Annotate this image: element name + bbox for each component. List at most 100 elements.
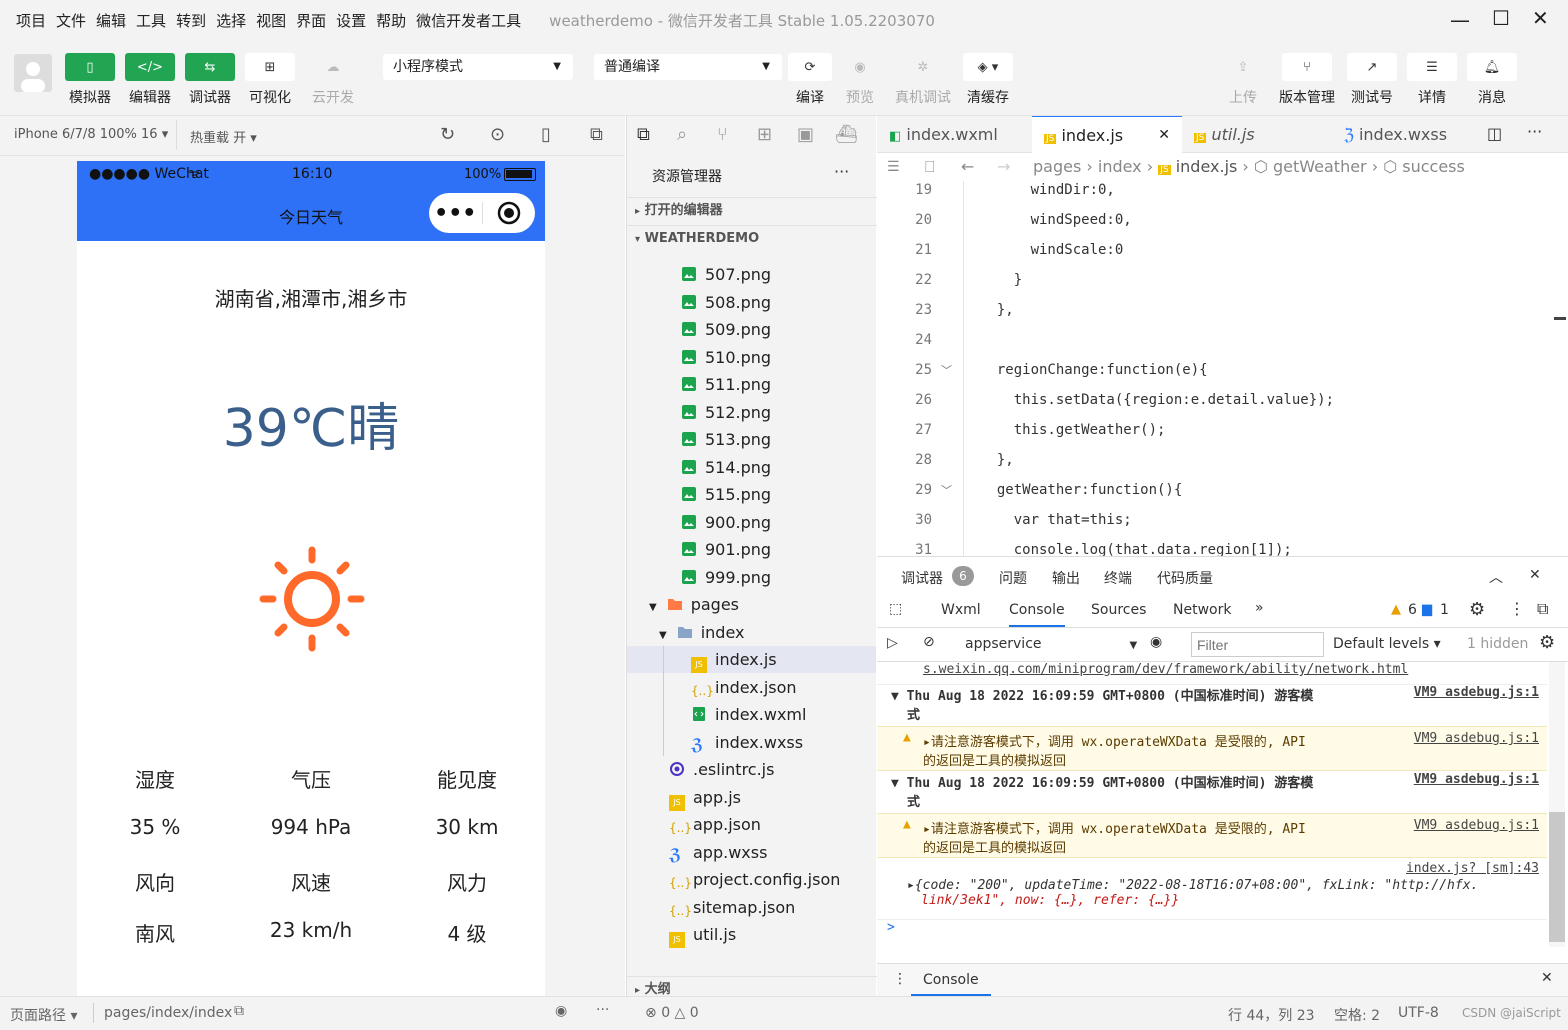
visual-button[interactable]: ⊞ 可视化: [245, 53, 295, 107]
log-levels-select[interactable]: Default levels ▾: [1333, 636, 1441, 652]
tree-item-index-file[interactable]: JS index.js: [627, 646, 876, 673]
sidebar-toggle-icon[interactable]: ▷: [887, 635, 898, 651]
tree-item-image[interactable]: 512.png: [681, 399, 771, 426]
log-warning-1[interactable]: ▲ ▸请注意游客模式下，调用 wx.operateWXData 是受限的, AP…: [877, 726, 1547, 771]
project-section[interactable]: ▾ WEATHERDEMO: [627, 225, 877, 251]
menu-select[interactable]: 选择: [216, 10, 246, 31]
remote-debug-button[interactable]: ✲ 真机调试: [895, 53, 951, 107]
dock-icon[interactable]: ⧉: [1537, 599, 1548, 619]
log-url[interactable]: s.weixin.qq.com/miniprogram/dev/framewor…: [877, 662, 1547, 682]
cursor-position[interactable]: 行 44，列 23: [1228, 1005, 1315, 1025]
tab-output[interactable]: 输出: [1052, 568, 1080, 588]
tree-item-image[interactable]: 515.png: [681, 481, 771, 508]
source-link[interactable]: VM9 asdebug.js:1: [1414, 685, 1539, 700]
code-line[interactable]: console.log(that.data.region[1]);: [980, 542, 1292, 556]
more-tabs-icon[interactable]: »: [1255, 600, 1264, 616]
rotate-icon[interactable]: ↻: [440, 124, 455, 145]
tab-console[interactable]: Console: [1009, 602, 1065, 627]
tree-item-root-file[interactable]: {..}project.config.json: [669, 866, 840, 893]
fold-chevron-icon[interactable]: ﹀: [941, 362, 952, 378]
tree-item-index-file[interactable]: {..}index.json: [691, 674, 797, 701]
drawer-tab-console[interactable]: Console: [911, 972, 991, 996]
source-link[interactable]: VM9 asdebug.js:1: [1414, 772, 1539, 787]
avatar[interactable]: [14, 54, 52, 92]
minimize-icon[interactable]: —: [1450, 8, 1470, 32]
compile-select[interactable]: 普通编译 ▼: [594, 54, 782, 80]
simulator-button[interactable]: ▯ 模拟器: [65, 53, 115, 107]
tab-debugger[interactable]: 调试器: [901, 568, 943, 588]
tab-index-wxss[interactable]: ℨ index.wxss: [1332, 116, 1482, 153]
tab-index-js[interactable]: JS index.js ✕: [1032, 116, 1182, 153]
log-group-1[interactable]: ▼ Thu Aug 18 2022 16:09:59 GMT+0800 (中国标…: [877, 684, 1547, 726]
menu-view[interactable]: 视图: [256, 10, 286, 31]
capsule-menu[interactable]: •••: [429, 193, 535, 233]
tab-util-js[interactable]: JS util.js: [1182, 116, 1332, 153]
tree-item-index-file[interactable]: index.wxml: [691, 701, 806, 728]
tree-item-image[interactable]: 999.png: [681, 564, 771, 591]
maximize-icon[interactable]: ☐: [1492, 6, 1510, 30]
source-control-icon[interactable]: ⑂: [717, 124, 728, 145]
source-link[interactable]: VM9 asdebug.js:1: [1414, 731, 1539, 746]
storage-icon[interactable]: ▣: [797, 124, 814, 145]
collapse-panel-icon[interactable]: ︿: [1489, 567, 1503, 587]
close-drawer-icon[interactable]: ✕: [1541, 970, 1553, 986]
phone-preview-icon[interactable]: ▯: [541, 124, 551, 145]
console-filter-input[interactable]: [1191, 632, 1324, 657]
indentation[interactable]: 空格: 2: [1334, 1005, 1380, 1025]
drawer-menu-icon[interactable]: ⋮: [893, 971, 907, 987]
more-dots-icon[interactable]: •••: [429, 201, 482, 226]
copy-icon[interactable]: ⧉: [234, 1003, 244, 1019]
tree-item-index-file[interactable]: ℨindex.wxss: [691, 729, 803, 756]
menu-settings[interactable]: 设置: [336, 10, 366, 31]
code-line[interactable]: this.getWeather();: [980, 422, 1166, 438]
close-tab-icon[interactable]: ✕: [1158, 117, 1170, 154]
tab-wxml[interactable]: Wxml: [941, 602, 981, 618]
tab-index-wxml[interactable]: ◧ index.wxml: [877, 116, 1027, 153]
context-select[interactable]: appservice ▼: [965, 636, 1137, 652]
scroll-indicator[interactable]: [1554, 317, 1566, 327]
upload-button[interactable]: ⇪ 上传: [1218, 53, 1268, 107]
tree-item-image[interactable]: 510.png: [681, 344, 771, 371]
menu-file[interactable]: 文件: [56, 10, 86, 31]
split-editor-icon[interactable]: ◫: [1487, 124, 1502, 143]
tree-item-image[interactable]: 507.png: [681, 261, 771, 288]
code-line[interactable]: regionChange:function(e){: [980, 362, 1208, 378]
eye-icon[interactable]: ◉: [555, 1003, 567, 1019]
inspect-element-icon[interactable]: ⬚: [889, 601, 902, 617]
scrollbar-thumb[interactable]: [1549, 812, 1565, 942]
tree-item-root-file[interactable]: ℨapp.wxss: [669, 839, 767, 866]
tree-item-index-folder[interactable]: ▼ index: [659, 619, 744, 646]
console-prompt[interactable]: >: [877, 919, 1547, 939]
code-line[interactable]: windDir:0,: [980, 182, 1115, 198]
tree-item-root-file[interactable]: .eslintrc.js: [669, 756, 774, 783]
eye-icon[interactable]: ◉: [1150, 634, 1162, 650]
test-account-button[interactable]: ↗ 测试号: [1347, 53, 1397, 107]
log-warning-2[interactable]: ▲ ▸请注意游客模式下，调用 wx.operateWXData 是受限的, AP…: [877, 813, 1547, 858]
page-path-select[interactable]: 页面路径 ▾: [10, 1005, 77, 1025]
details-button[interactable]: ☰ 详情: [1407, 53, 1457, 107]
list-icon[interactable]: ☰: [887, 153, 900, 181]
more-icon[interactable]: ···: [596, 1002, 609, 1018]
back-icon[interactable]: ←: [961, 153, 974, 181]
tree-item-image[interactable]: 511.png: [681, 371, 771, 398]
code-line[interactable]: this.setData({region:e.detail.value});: [980, 392, 1334, 408]
close-window-icon[interactable]: ✕: [1532, 6, 1549, 30]
code-line[interactable]: },: [980, 302, 1014, 318]
open-editors-section[interactable]: ▸ 打开的编辑器: [627, 197, 877, 223]
mode-select[interactable]: 小程序模式 ▼: [383, 54, 573, 80]
bookmark-icon[interactable]: ⎕: [925, 153, 935, 181]
record-icon[interactable]: ⊙: [490, 124, 505, 145]
menu-edit[interactable]: 编辑: [96, 10, 126, 31]
fold-chevron-icon[interactable]: ﹀: [941, 482, 952, 498]
tab-code-quality[interactable]: 代码质量: [1157, 568, 1213, 588]
menu-project[interactable]: 项目: [16, 10, 46, 31]
cloud-button[interactable]: ☁ 云开发: [308, 53, 358, 107]
tree-item-root-file[interactable]: JS app.js: [669, 784, 741, 811]
tab-sources[interactable]: Sources: [1091, 602, 1146, 618]
source-link[interactable]: VM9 asdebug.js:1: [1414, 818, 1539, 833]
code-editor[interactable]: 19 windDir:0, 20 windSpeed:0, 21 windScale…: [877, 181, 1568, 556]
editor-button[interactable]: </> 编辑器: [125, 53, 175, 107]
log-object[interactable]: index.js? [sm]:43 ▸{code: "200", updateT…: [877, 861, 1547, 917]
menu-devtools[interactable]: 微信开发者工具: [416, 10, 521, 31]
tab-problems[interactable]: 问题: [999, 568, 1027, 588]
